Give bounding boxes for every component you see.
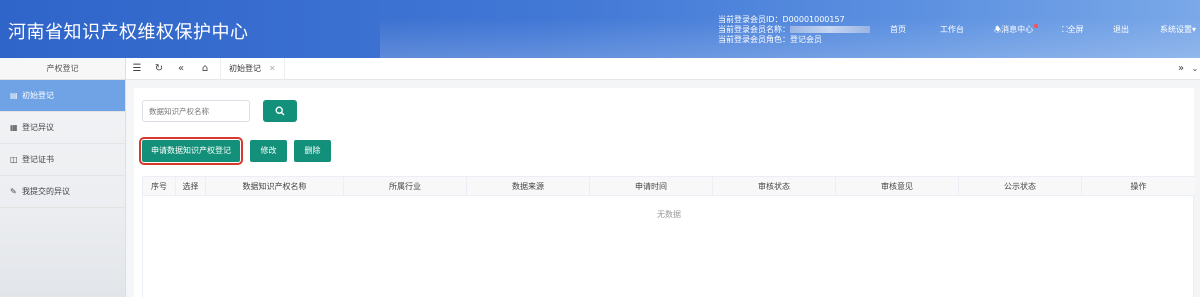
column-header: 数据来源 xyxy=(467,177,590,196)
nav-logout[interactable]: 退出 xyxy=(1113,24,1129,35)
nav-fullscreen-label: 全屏 xyxy=(1067,25,1084,34)
column-header: 申请时间 xyxy=(590,177,713,196)
column-header: 公示状态 xyxy=(959,177,1082,196)
nav-home[interactable]: 首页 xyxy=(890,24,906,35)
chevron-down-icon[interactable]: ⌄ xyxy=(1184,58,1200,80)
menu-toggle-icon[interactable]: ☰ xyxy=(126,58,148,80)
redacted-user-name xyxy=(790,26,870,33)
header-bar: 河南省知识产权维权保护中心 当前登录会员ID：D00001000157 当前登录… xyxy=(0,0,1200,58)
nav-workbench[interactable]: 工作台 xyxy=(940,24,964,35)
nav-messages-label: 消息中心 xyxy=(1001,25,1034,34)
user-id-line: 当前登录会员ID：D00001000157 xyxy=(718,15,845,24)
sidebar-item-initial-registration[interactable]: ▤ 初始登记 xyxy=(0,80,125,112)
edit-button[interactable]: 修改 xyxy=(250,140,287,162)
certificate-icon: ◫ xyxy=(10,155,18,164)
nav-messages[interactable]: 🕭消息中心 xyxy=(994,24,1039,38)
user-name-label: 当前登录会员名称： xyxy=(718,25,790,34)
refresh-icon[interactable]: ↻ xyxy=(148,58,170,80)
table-header: 序号 选择 数据知识产权名称 所属行业 数据来源 申请时间 审核状态 审核意见 … xyxy=(143,176,1195,196)
nav-fullscreen[interactable]: ⛶全屏 xyxy=(1062,24,1084,35)
search-button[interactable] xyxy=(263,100,297,122)
column-header: 数据知识产权名称 xyxy=(206,177,344,196)
column-header: 选择 xyxy=(176,177,206,196)
tab-label: 初始登记 xyxy=(229,64,261,73)
column-header: 操作 xyxy=(1130,182,1147,191)
sidebar-item-my-objections[interactable]: ✎ 我提交的异议 xyxy=(0,176,125,208)
nav-settings[interactable]: 系统设置▾ xyxy=(1160,24,1196,35)
home-icon[interactable]: ⌂ xyxy=(194,58,216,80)
delete-button[interactable]: 删除 xyxy=(294,140,331,162)
sidebar-item-registration-objection[interactable]: ▦ 登记异议 xyxy=(0,112,125,144)
sidebar-item-label: 登记证书 xyxy=(22,155,54,164)
data-table: 序号 选择 数据知识产权名称 所属行业 数据来源 申请时间 审核状态 审核意见 … xyxy=(142,176,1195,297)
tab-bar: ☰ ↻ « ⌂ 初始登记 ✕ » ⌄ xyxy=(126,58,1200,80)
user-info: 当前登录会员ID：D00001000157 当前登录会员名称： 当前登录会员角色… xyxy=(718,15,870,45)
user-name-line: 当前登录会员名称： xyxy=(718,25,870,35)
pencil-icon: ✎ xyxy=(10,187,17,196)
content-panel: 申请数据知识产权登记 修改 删除 序号 选择 数据知识产权名称 所属行业 数据来… xyxy=(134,88,1195,297)
empty-state-text: 无数据 xyxy=(657,210,681,219)
close-icon[interactable]: ✕ xyxy=(269,64,276,73)
document-icon: ▤ xyxy=(10,91,18,100)
column-header: 所属行业 xyxy=(344,177,467,196)
sidebar-title: 产权登记 xyxy=(0,58,125,80)
apply-registration-button[interactable]: 申请数据知识产权登记 xyxy=(139,137,243,165)
column-header: 审核意见 xyxy=(836,177,959,196)
main-content: 申请数据知识产权登记 修改 删除 序号 选择 数据知识产权名称 所属行业 数据来… xyxy=(126,80,1200,297)
column-header: 序号 xyxy=(143,177,176,196)
notification-dot xyxy=(1034,24,1039,28)
double-chevron-left-icon[interactable]: « xyxy=(170,58,192,80)
search-icon xyxy=(275,105,285,115)
chevron-down-icon: ▾ xyxy=(1192,25,1197,34)
sidebar-item-registration-certificate[interactable]: ◫ 登记证书 xyxy=(0,144,125,176)
column-header: 审核状态 xyxy=(713,177,836,196)
nav-settings-label: 系统设置 xyxy=(1160,25,1192,34)
user-role-line: 当前登录会员角色：登记会员 xyxy=(718,35,822,44)
sidebar: 产权登记 ▤ 初始登记 ▦ 登记异议 ◫ 登记证书 ✎ 我提交的异议 xyxy=(0,58,126,297)
app-title: 河南省知识产权维权保护中心 xyxy=(8,22,249,43)
tab-initial-registration[interactable]: 初始登记 ✕ xyxy=(220,58,285,80)
sidebar-item-label: 初始登记 xyxy=(22,91,54,100)
sidebar-item-label: 登记异议 xyxy=(22,123,54,132)
sidebar-item-label: 我提交的异议 xyxy=(22,187,70,196)
search-input[interactable] xyxy=(142,100,250,122)
objection-icon: ▦ xyxy=(10,123,18,132)
